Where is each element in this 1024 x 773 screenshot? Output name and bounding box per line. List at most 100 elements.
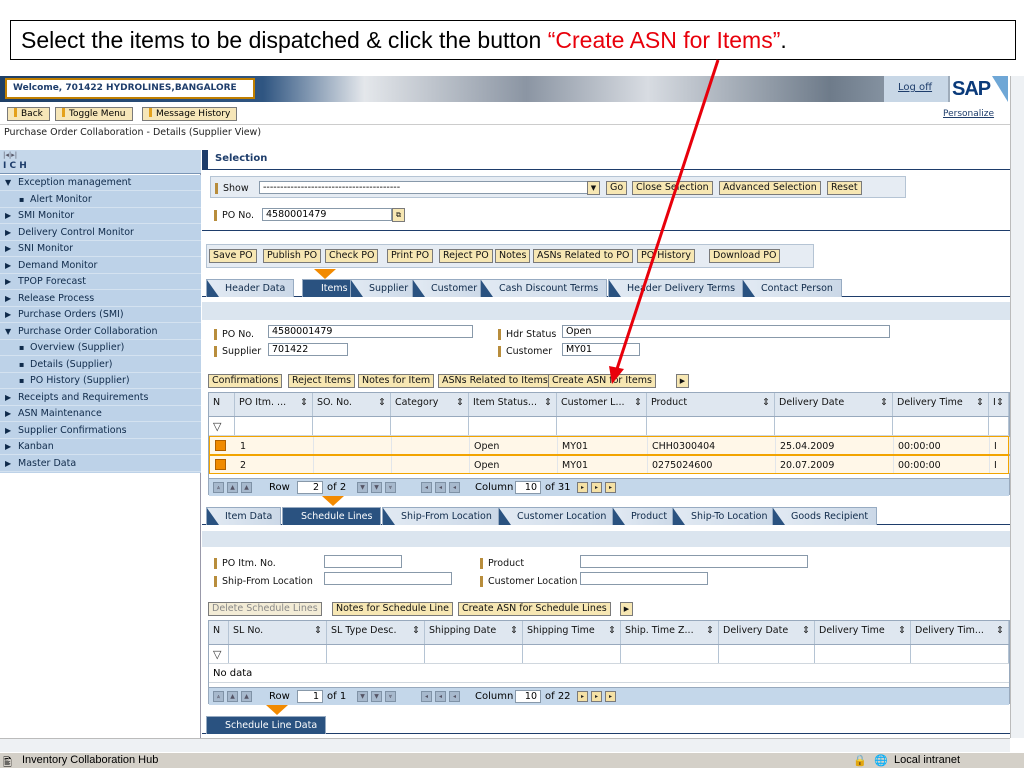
po-action-button[interactable]: Print PO <box>387 249 434 263</box>
pager-arrow-icon[interactable]: ▲ <box>241 691 252 702</box>
po-action-button[interactable]: Save PO <box>209 249 257 263</box>
nav-item[interactable]: ▶ SMI Monitor <box>0 208 201 224</box>
column-header[interactable]: Ship. Time Z... ⇕ <box>621 621 719 644</box>
sort-icon[interactable]: ⇕ <box>634 397 642 408</box>
column-header[interactable]: Delivery Date ⇕ <box>719 621 815 644</box>
tab-item-data[interactable]: Item Data <box>206 507 282 525</box>
sort-icon[interactable]: ⇕ <box>378 397 386 408</box>
filter-cell[interactable] <box>647 417 775 435</box>
column-header[interactable]: Customer L... ⇕ <box>557 393 647 416</box>
pager-arrow-icon[interactable]: ▸ <box>591 691 602 702</box>
filter-cell[interactable] <box>425 645 523 663</box>
filter-cell[interactable] <box>719 645 815 663</box>
pager-arrow-icon[interactable]: ⩓ <box>213 691 224 702</box>
pager-arrow-icon[interactable]: ◂ <box>449 691 460 702</box>
tab-items[interactable]: Items <box>302 279 357 297</box>
pager-column-input[interactable]: 10 <box>515 690 541 703</box>
row-select-checkbox[interactable] <box>215 459 226 470</box>
personalize-link[interactable]: Personalize <box>943 109 994 119</box>
pager-row-input[interactable]: 2 <box>297 481 323 494</box>
filter-cell[interactable] <box>775 417 893 435</box>
close-selection-button[interactable]: Close Selection <box>632 181 713 195</box>
tab-contact-person[interactable]: Contact Person <box>742 279 842 297</box>
pager-arrow-icon[interactable]: ⩔ <box>385 482 396 493</box>
filter-cell[interactable] <box>911 645 1009 663</box>
po-action-button[interactable]: Download PO <box>709 249 781 263</box>
show-dropdown-chevron-icon[interactable]: ▼ <box>587 181 600 195</box>
tab-product[interactable]: Product <box>612 507 677 525</box>
filter-cell[interactable] <box>327 645 425 663</box>
column-header[interactable]: Shipping Date ⇕ <box>425 621 523 644</box>
tab-customer-location[interactable]: Customer Location <box>498 507 616 525</box>
filter-cell[interactable] <box>229 645 327 663</box>
nav-item[interactable]: ▶ TPOP Forecast <box>0 274 201 290</box>
nav-item[interactable]: ▪ Alert Monitor <box>0 192 201 208</box>
sort-icon[interactable]: ⇕ <box>544 397 552 408</box>
sort-icon[interactable]: ⇕ <box>996 625 1004 636</box>
column-header[interactable]: Delivery Date ⇕ <box>775 393 893 416</box>
more-actions-icon[interactable]: ▶ <box>676 374 689 388</box>
nav-item[interactable]: ▪ Details (Supplier) <box>0 357 201 373</box>
nav-item[interactable]: ▶ Supplier Confirmations <box>0 423 201 439</box>
column-header[interactable]: Category ⇕ <box>391 393 469 416</box>
pager-row-input[interactable]: 1 <box>297 690 323 703</box>
tab-header-delivery-terms[interactable]: Header Delivery Terms <box>608 279 745 297</box>
nav-item[interactable]: ▪ PO History (Supplier) <box>0 373 201 389</box>
pager-column-input[interactable]: 10 <box>515 481 541 494</box>
tab-schedule-lines[interactable]: Schedule Lines <box>282 507 382 525</box>
tab-goods-recipient[interactable]: Goods Recipient <box>772 507 878 525</box>
filter-cell[interactable] <box>209 645 229 663</box>
horizontal-scrollbar[interactable] <box>0 738 1010 752</box>
pager-arrow-icon[interactable]: ▸ <box>605 482 616 493</box>
sort-icon[interactable]: ⇕ <box>314 625 322 636</box>
pager-arrow-icon[interactable]: ▼ <box>371 482 382 493</box>
sort-icon[interactable]: ⇕ <box>608 625 616 636</box>
column-header[interactable]: Delivery Time ⇕ <box>815 621 911 644</box>
pager-arrow-icon[interactable]: ▲ <box>241 482 252 493</box>
po-no-input[interactable]: 4580001479 <box>262 208 392 221</box>
go-button[interactable]: Go <box>606 181 628 195</box>
filter-cell[interactable] <box>469 417 557 435</box>
pager-arrow-icon[interactable]: ◂ <box>435 482 446 493</box>
filter-cell[interactable] <box>893 417 989 435</box>
sort-icon[interactable]: ⇕ <box>762 397 770 408</box>
column-header[interactable]: Delivery Time ⇕ <box>893 393 989 416</box>
item-action-button[interactable]: ASNs Related to Items <box>438 374 552 388</box>
column-header[interactable]: Product ⇕ <box>647 393 775 416</box>
sort-icon[interactable]: ⇕ <box>706 625 714 636</box>
pager-arrow-icon[interactable]: ◂ <box>435 691 446 702</box>
pager-arrow-icon[interactable]: ▼ <box>357 691 368 702</box>
column-header[interactable]: PO Itm. ... ⇕ <box>235 393 313 416</box>
pager-arrow-icon[interactable]: ▲ <box>227 482 238 493</box>
pager-arrow-icon[interactable]: ◂ <box>449 482 460 493</box>
pager-arrow-icon[interactable]: ◂ <box>421 691 432 702</box>
logoff-link[interactable]: Log off <box>884 76 948 102</box>
schedule-action-button[interactable]: Create ASN for Schedule Lines <box>458 602 611 616</box>
back-button[interactable]: Back <box>7 107 50 121</box>
nav-item[interactable]: ▼ Exception management <box>0 175 201 191</box>
column-header[interactable]: I ⇕ <box>989 393 1009 416</box>
column-header[interactable]: SL Type Desc. ⇕ <box>327 621 425 644</box>
pager-arrow-icon[interactable]: ▸ <box>605 691 616 702</box>
filter-cell[interactable] <box>235 417 313 435</box>
sort-icon[interactable]: ⇕ <box>300 397 308 408</box>
sort-icon[interactable]: ⇕ <box>880 397 888 408</box>
filter-cell[interactable] <box>621 645 719 663</box>
reset-button[interactable]: Reset <box>827 181 862 195</box>
pager-arrow-icon[interactable]: ⩓ <box>213 482 224 493</box>
filter-cell[interactable] <box>989 417 1009 435</box>
filter-cell[interactable] <box>557 417 647 435</box>
column-header[interactable]: Item Status... ⇕ <box>469 393 557 416</box>
nav-item[interactable]: ▶ Delivery Control Monitor <box>0 225 201 241</box>
tab-cash-discount-terms[interactable]: Cash Discount Terms <box>480 279 608 297</box>
nav-item[interactable]: ▶ Release Process <box>0 291 201 307</box>
sort-icon[interactable]: ⇕ <box>510 625 518 636</box>
tab-schedule-line-data[interactable]: Schedule Line Data <box>206 716 327 734</box>
pager-arrow-icon[interactable]: ▼ <box>371 691 382 702</box>
filter-cell[interactable] <box>209 417 235 435</box>
column-header[interactable]: N <box>209 393 235 416</box>
schedule-action-button[interactable]: Notes for Schedule Line <box>332 602 454 616</box>
message-history-button[interactable]: Message History <box>142 107 238 121</box>
tab-header-data[interactable]: Header Data <box>206 279 295 297</box>
tab-customer[interactable]: Customer <box>412 279 487 297</box>
